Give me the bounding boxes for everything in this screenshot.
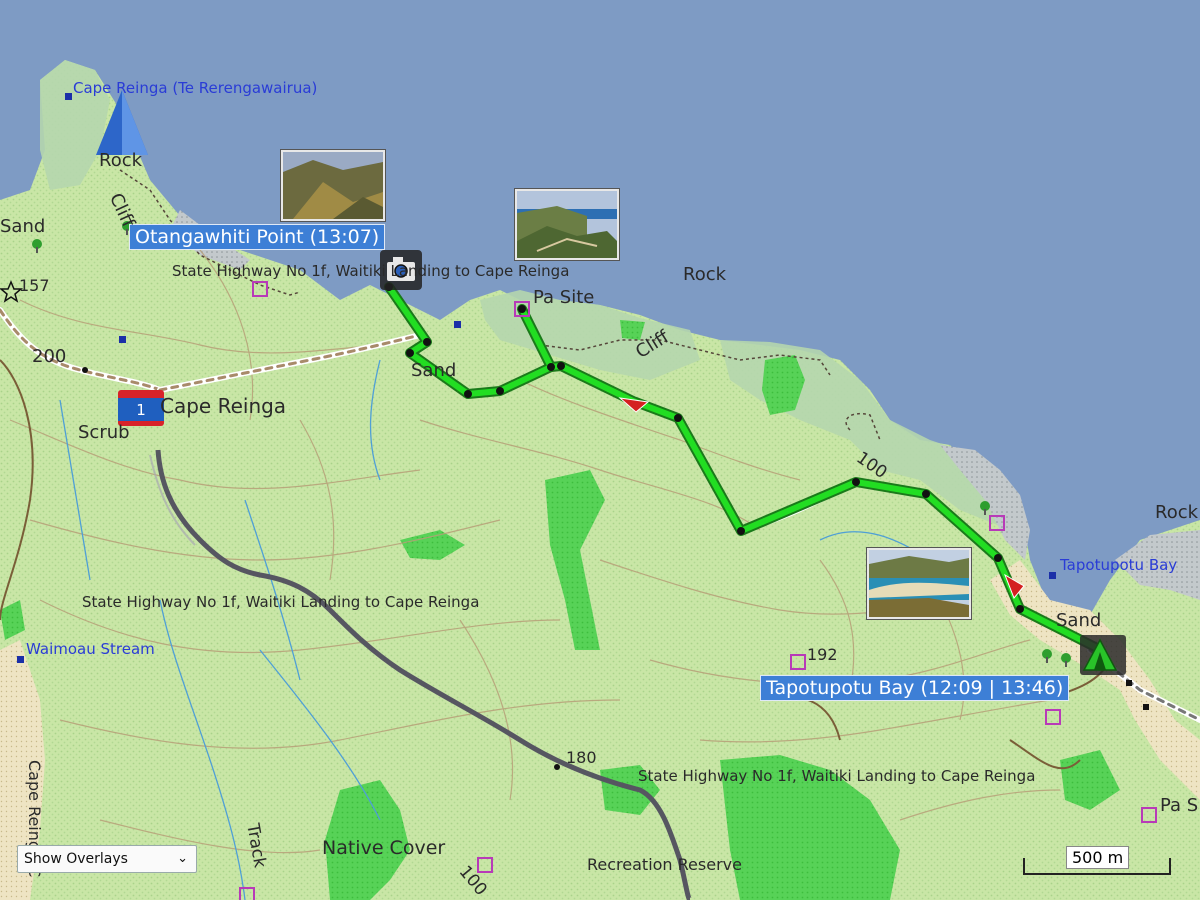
chevron-down-icon: ⌄: [177, 851, 188, 866]
photo-thumbnail[interactable]: [515, 189, 619, 260]
place-label: Scrub: [78, 422, 130, 443]
place-label: Pa S: [1160, 795, 1199, 816]
place-label: Recreation Reserve: [587, 855, 742, 874]
place-label: Sand: [0, 216, 46, 237]
topo-map[interactable]: [0, 0, 1200, 900]
road-label: State Highway No 1f, Waitiki Landing to …: [82, 593, 480, 611]
photo-thumbnail[interactable]: [867, 548, 971, 619]
road-label: State Highway No 1f, Waitiki Landing to …: [638, 767, 1036, 785]
place-label: Rock: [683, 264, 727, 285]
highway-shield-number: 1: [118, 398, 164, 422]
place-label: Waimoau Stream: [26, 640, 155, 658]
place-label: Native Cover: [322, 837, 446, 859]
elevation-label: 192: [807, 645, 838, 664]
waypoint-callout-otangawhiti[interactable]: Otangawhiti Point (13:07): [129, 224, 386, 250]
overlay-select[interactable]: Show Overlays ⌄: [17, 845, 197, 873]
spot-height-marker: [554, 764, 560, 770]
campsite-icon[interactable]: [1080, 635, 1126, 675]
place-label: Sand: [1056, 610, 1102, 631]
road-label: State Highway No 1f, Waitiki Landing to …: [172, 262, 570, 280]
spot-height-marker: [82, 367, 88, 373]
place-label: Rock: [1155, 502, 1199, 523]
place-label: Cape Reinga: [160, 394, 287, 418]
scale-label: 500 m: [1066, 846, 1130, 869]
overlay-select-value: Show Overlays: [24, 851, 128, 867]
waypoint-callout-tapotupotu[interactable]: Tapotupotu Bay (12:09 | 13:46): [760, 675, 1070, 701]
elevation-label: 180: [566, 748, 597, 767]
place-label: Sand: [411, 360, 457, 381]
place-label: Pa Site: [533, 287, 595, 308]
place-label: Rock: [99, 150, 143, 171]
photo-thumbnail[interactable]: [281, 150, 385, 221]
elevation-label: 200: [32, 346, 67, 367]
highway-shield: 1: [118, 390, 164, 426]
elevation-label: 157: [19, 276, 50, 295]
place-label: Tapotupotu Bay: [1060, 556, 1178, 574]
place-label: Cape Reinga (Te Rerengawairua): [73, 79, 318, 97]
